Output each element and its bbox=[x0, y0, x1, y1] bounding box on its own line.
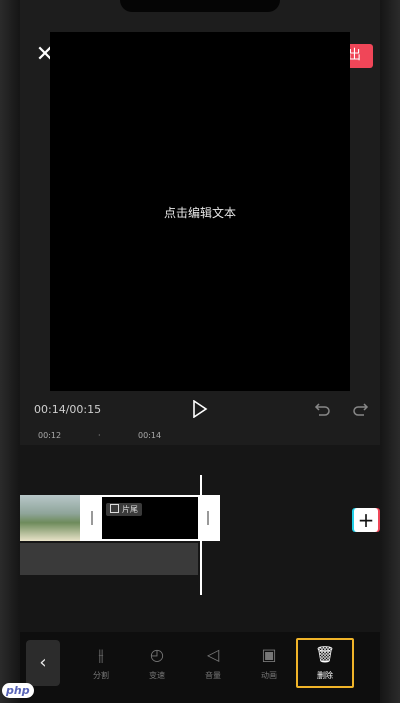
tool-label: 变速 bbox=[149, 671, 165, 680]
tool-label: 分割 bbox=[93, 671, 109, 680]
phone-device: ✕ 导出 点击编辑文本 00:14/00:15 bbox=[0, 0, 400, 703]
selected-end-clip[interactable]: 片尾 bbox=[80, 495, 220, 541]
clip-label: 片尾 bbox=[106, 503, 142, 516]
ruler-tick: · bbox=[98, 431, 101, 440]
bottom-toolbar: ‹ ⫲ 分割 ◴ 变速 ◁ 音量 ▣ 动画 🗑 删除 bbox=[20, 632, 380, 703]
tool-label: 删除 bbox=[317, 671, 333, 680]
php-watermark: php bbox=[2, 683, 34, 698]
audio-track[interactable] bbox=[20, 543, 198, 575]
phone-notch bbox=[120, 0, 280, 12]
play-icon[interactable] bbox=[192, 400, 208, 418]
playhead[interactable] bbox=[200, 475, 202, 595]
animation-icon: ▣ bbox=[261, 645, 277, 664]
phone-bezel-right bbox=[379, 0, 400, 703]
clip-label-text: 片尾 bbox=[122, 505, 138, 514]
delete-icon: 🗑 bbox=[314, 645, 336, 664]
trim-handle-left[interactable] bbox=[82, 497, 102, 539]
split-icon: ⫲ bbox=[98, 645, 104, 664]
grip-icon bbox=[91, 511, 93, 525]
tool-delete[interactable]: 🗑 删除 bbox=[300, 644, 350, 688]
video-clip-thumbnail[interactable] bbox=[20, 495, 80, 541]
back-button[interactable]: ‹ bbox=[26, 640, 60, 686]
tool-speed[interactable]: ◴ 变速 bbox=[132, 644, 182, 688]
add-clip-button[interactable]: + bbox=[354, 508, 378, 532]
redo-icon[interactable] bbox=[353, 402, 369, 418]
time-ruler: 00:12 · 00:14 bbox=[20, 430, 380, 444]
ruler-tick: 00:12 bbox=[38, 431, 62, 440]
grip-icon bbox=[207, 511, 209, 525]
editor-screen: ✕ 导出 点击编辑文本 00:14/00:15 bbox=[20, 0, 380, 703]
time-readout: 00:14/00:15 bbox=[34, 403, 102, 416]
ruler-tick: 00:14 bbox=[138, 431, 162, 440]
tool-label: 音量 bbox=[205, 671, 221, 680]
tool-split[interactable]: ⫲ 分割 bbox=[76, 644, 126, 688]
undo-icon[interactable] bbox=[314, 402, 330, 418]
phone-bezel-left bbox=[0, 0, 21, 703]
tool-volume[interactable]: ◁ 音量 bbox=[188, 644, 238, 688]
video-preview[interactable]: 点击编辑文本 bbox=[50, 32, 350, 391]
timeline[interactable]: 片尾 + bbox=[20, 445, 380, 635]
playback-controls: 00:14/00:15 bbox=[20, 397, 380, 423]
preview-edit-text[interactable]: 点击编辑文本 bbox=[50, 204, 350, 221]
speed-icon: ◴ bbox=[150, 645, 164, 664]
clip-icon bbox=[110, 504, 119, 513]
tool-animation[interactable]: ▣ 动画 bbox=[244, 644, 294, 688]
volume-icon: ◁ bbox=[206, 645, 220, 664]
tool-label: 动画 bbox=[261, 671, 277, 680]
